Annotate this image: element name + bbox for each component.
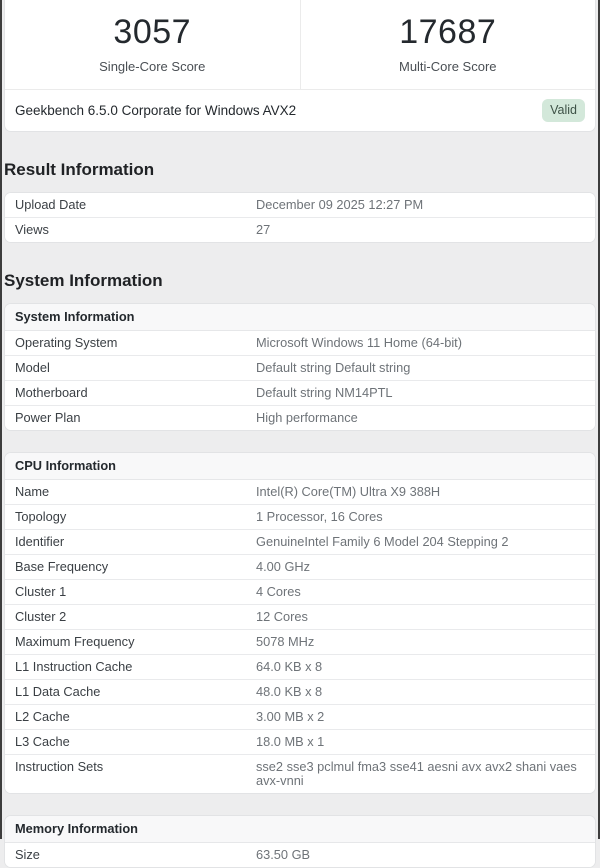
table-row: L2 Cache 3.00 MB x 2: [5, 704, 595, 729]
table-row: Instruction Sets sse2 sse3 pclmul fma3 s…: [5, 754, 595, 793]
row-value: 18.0 MB x 1: [256, 734, 325, 749]
row-label: Instruction Sets: [15, 759, 104, 774]
table-row: Power Plan High performance: [5, 405, 595, 430]
table-row: Size 63.50 GB: [5, 843, 595, 867]
row-value: Default string Default string: [256, 360, 411, 375]
row-value: sse2 sse3 pclmul fma3 sse41 aesni avx av…: [256, 759, 577, 788]
table-row: L3 Cache 18.0 MB x 1: [5, 729, 595, 754]
row-value: 27: [256, 222, 271, 237]
row-value: 3.00 MB x 2: [256, 709, 325, 724]
single-core-score-value: 3057: [113, 13, 192, 51]
row-value: December 09 2025 12:27 PM: [256, 197, 424, 212]
row-label: Name: [15, 484, 50, 499]
row-label: L1 Data Cache: [15, 684, 101, 699]
score-card: 3057 Single-Core Score 17687 Multi-Core …: [4, 0, 596, 132]
row-label: L3 Cache: [15, 734, 70, 749]
row-value: 12 Cores: [256, 609, 308, 624]
geekbench-result-page: 3057 Single-Core Score 17687 Multi-Core …: [4, 0, 596, 868]
row-label: Maximum Frequency: [15, 634, 135, 649]
row-label: Cluster 2: [15, 609, 67, 624]
row-value: 63.50 GB: [256, 847, 311, 862]
row-label: Cluster 1: [15, 584, 67, 599]
row-value: 4 Cores: [256, 584, 301, 599]
row-label: L2 Cache: [15, 709, 70, 724]
benchmark-name: Geekbench 6.5.0 Corporate for Windows AV…: [15, 103, 297, 118]
row-label: Motherboard: [15, 385, 88, 400]
table-row: Motherboard Default string NM14PTL: [5, 380, 595, 405]
table-row: Topology 1 Processor, 16 Cores: [5, 504, 595, 529]
multi-core-score-value: 17687: [399, 13, 497, 51]
table-row: Cluster 2 12 Cores: [5, 604, 595, 629]
row-value: 48.0 KB x 8: [256, 684, 323, 699]
single-core-score-panel: 3057 Single-Core Score: [5, 0, 300, 89]
table-row: Upload Date December 09 2025 12:27 PM: [5, 193, 595, 217]
row-value: 1 Processor, 16 Cores: [256, 509, 383, 524]
row-value: 64.0 KB x 8: [256, 659, 323, 674]
score-panels: 3057 Single-Core Score 17687 Multi-Core …: [5, 0, 595, 89]
table-row: L1 Data Cache 48.0 KB x 8: [5, 679, 595, 704]
result-information-card: Upload Date December 09 2025 12:27 PM Vi…: [4, 192, 596, 243]
table-row: Operating System Microsoft Windows 11 Ho…: [5, 331, 595, 355]
table-row: Cluster 1 4 Cores: [5, 579, 595, 604]
system-information-card-title: System Information: [5, 304, 595, 331]
memory-information-card: Memory Information Size 63.50 GB: [4, 815, 596, 868]
system-information-heading: System Information: [4, 271, 163, 290]
table-row: Name Intel(R) Core(TM) Ultra X9 388H: [5, 480, 595, 504]
table-row: Identifier GenuineIntel Family 6 Model 2…: [5, 529, 595, 554]
row-value: 4.00 GHz: [256, 559, 311, 574]
row-label: Size: [15, 847, 40, 862]
row-value: Microsoft Windows 11 Home (64-bit): [256, 335, 462, 350]
benchmark-version-row: Geekbench 6.5.0 Corporate for Windows AV…: [5, 89, 595, 131]
result-information-heading: Result Information: [4, 160, 155, 179]
table-row: Maximum Frequency 5078 MHz: [5, 629, 595, 654]
valid-badge: Valid: [542, 99, 585, 122]
system-information-card: System Information Operating System Micr…: [4, 303, 596, 431]
row-label: Views: [15, 222, 49, 237]
row-value: Default string NM14PTL: [256, 385, 393, 400]
single-core-score-label: Single-Core Score: [99, 59, 206, 74]
row-value: 5078 MHz: [256, 634, 315, 649]
table-row: Model Default string Default string: [5, 355, 595, 380]
table-row: L1 Instruction Cache 64.0 KB x 8: [5, 654, 595, 679]
row-label: Power Plan: [15, 410, 81, 425]
row-value: High performance: [256, 410, 358, 425]
window-edge-left: [0, 0, 2, 839]
row-label: Identifier: [15, 534, 65, 549]
multi-core-score-label: Multi-Core Score: [398, 59, 497, 74]
cpu-information-card: CPU Information Name Intel(R) Core(TM) U…: [4, 452, 596, 794]
cpu-information-card-title: CPU Information: [5, 453, 595, 480]
row-label: Model: [15, 360, 50, 375]
row-value: Intel(R) Core(TM) Ultra X9 388H: [256, 484, 441, 499]
row-label: Topology: [15, 509, 67, 524]
row-label: L1 Instruction Cache: [15, 659, 133, 674]
table-row: Base Frequency 4.00 GHz: [5, 554, 595, 579]
multi-core-score-panel: 17687 Multi-Core Score: [299, 0, 596, 89]
row-label: Base Frequency: [15, 559, 109, 574]
row-label: Upload Date: [15, 197, 87, 212]
table-row: Views 27: [5, 217, 595, 242]
row-value: GenuineIntel Family 6 Model 204 Stepping…: [256, 534, 509, 549]
row-label: Operating System: [15, 335, 118, 350]
